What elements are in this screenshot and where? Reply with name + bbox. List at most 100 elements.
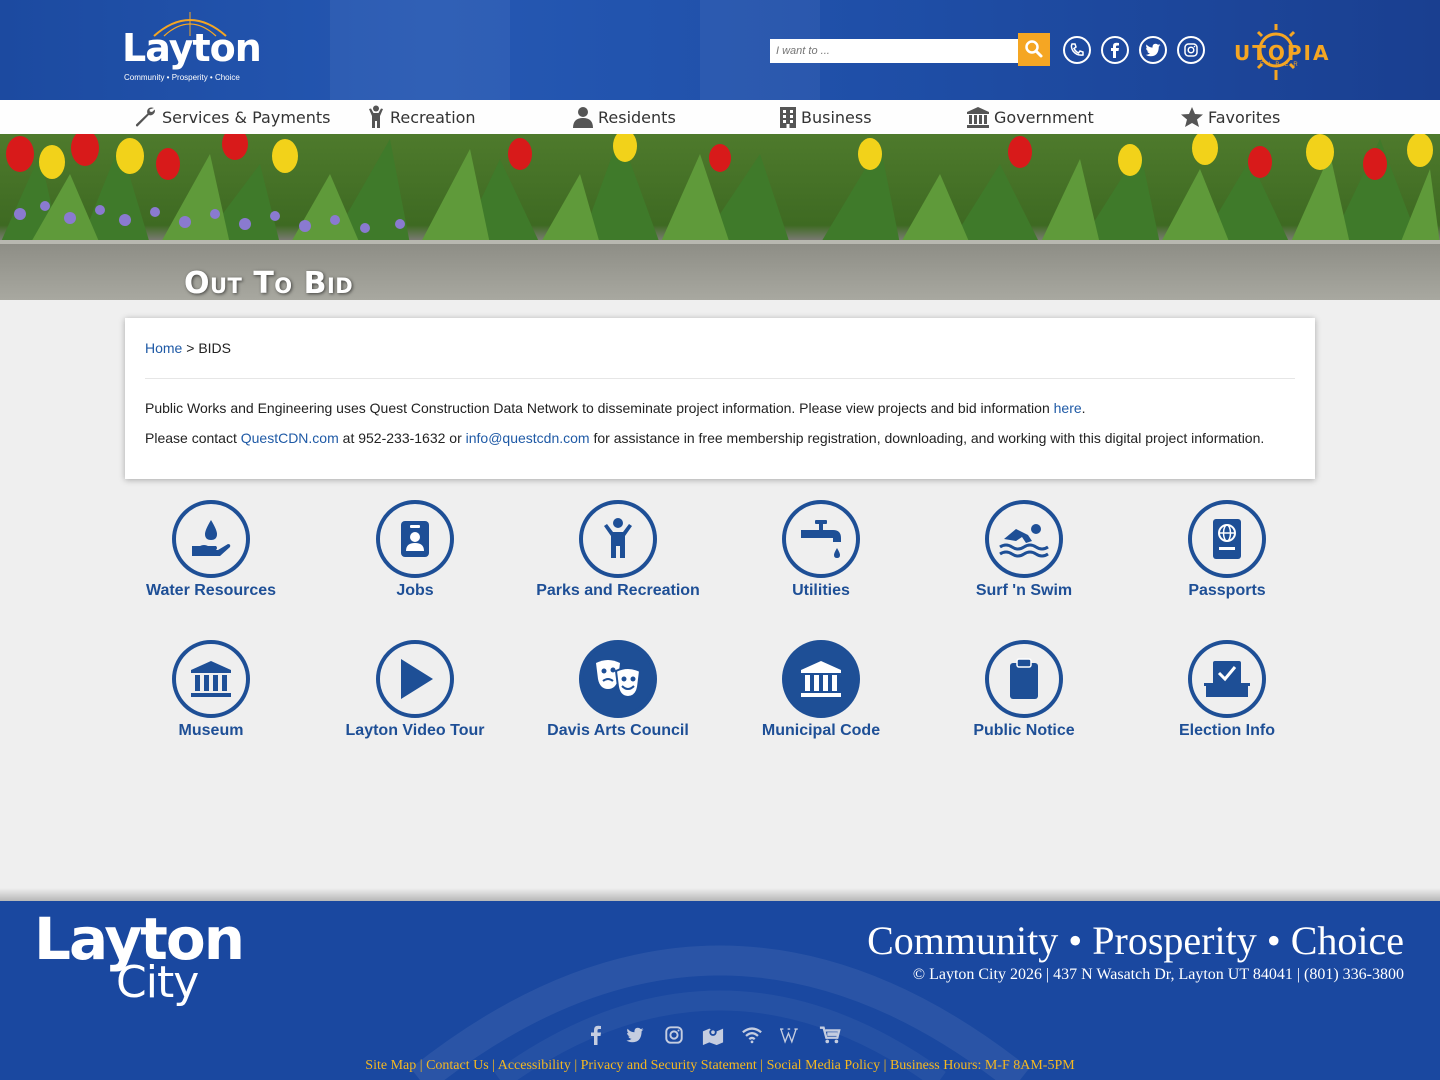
figure-icon [369, 105, 383, 128]
quick-link-circle [579, 500, 657, 578]
logo-subtitle: Community • Prosperity • Choice [124, 73, 240, 82]
footer-tagline: Community • Prosperity • Choice [867, 918, 1404, 963]
paragraph-text: for assistance in free membership regist… [589, 430, 1265, 446]
ballot-box-icon [1204, 661, 1250, 697]
facebook-icon [591, 1025, 601, 1045]
footer-link-privacy[interactable]: Privacy and Security Statement [581, 1058, 757, 1073]
shopping-cart-icon [819, 1026, 841, 1044]
facebook-link[interactable] [1101, 36, 1129, 64]
nav-label: Business [801, 107, 872, 127]
footer-facebook-link[interactable] [585, 1024, 607, 1046]
questcdn-email-link[interactable]: info@questcdn.com [466, 430, 590, 446]
hero-banner: Out To Bid [0, 134, 1440, 300]
footer-wifi-link[interactable] [741, 1024, 763, 1046]
utopia-fiber-logo[interactable]: UTOPIA FIBER [1228, 20, 1328, 86]
utopia-subtitle: FIBER [1260, 62, 1303, 68]
footer-link-contact-us[interactable]: Contact Us [426, 1058, 489, 1073]
badge-icon [401, 521, 429, 557]
quick-link-utilities[interactable]: Utilities [721, 500, 921, 600]
footer-map-link[interactable] [702, 1024, 724, 1046]
instagram-link[interactable] [1177, 36, 1205, 64]
star-icon [1181, 107, 1203, 127]
footer-link-social-media-policy[interactable]: Social Media Policy [767, 1058, 881, 1073]
quick-link-label: Layton Video Tour [345, 722, 485, 739]
footer-link-accessibility[interactable]: Accessibility [498, 1058, 571, 1073]
paragraph-text: Please contact [145, 430, 241, 446]
phone-link[interactable] [1063, 36, 1091, 64]
search-input[interactable] [770, 39, 1018, 63]
landmark-icon [801, 661, 841, 697]
quick-link-label: Public Notice [973, 722, 1075, 739]
quick-link-label: Water Resources [145, 582, 277, 599]
twitter-icon [626, 1027, 644, 1043]
footer-link-business-hours[interactable]: Business Hours: M-F 8AM-5PM [890, 1058, 1075, 1073]
clipboard-icon [1010, 658, 1038, 699]
passport-icon [1213, 519, 1241, 559]
questcdn-link[interactable]: QuestCDN.com [241, 430, 339, 446]
nav-favorites[interactable]: Favorites [1180, 100, 1280, 134]
nav-residents[interactable]: Residents [572, 100, 676, 134]
quick-link-water-resources[interactable]: Water Resources [111, 500, 311, 600]
water-hand-icon [192, 520, 231, 556]
quick-link-davis-arts-council[interactable]: Davis Arts Council [518, 640, 718, 740]
footer-link-separator: | [419, 1058, 423, 1073]
main-navigation: Services & Payments Recreation Residents… [0, 100, 1440, 134]
footer-link-separator: | [760, 1058, 764, 1073]
nav-label: Recreation [390, 107, 476, 127]
twitter-icon [1145, 43, 1161, 57]
quick-link-label: Surf 'n Swim [975, 582, 1073, 599]
nav-label: Residents [598, 107, 676, 127]
quick-link-surf-n-swim[interactable]: Surf 'n Swim [924, 500, 1124, 600]
nav-label: Government [994, 107, 1094, 127]
breadcrumb-home-link[interactable]: Home [145, 340, 182, 356]
divider [145, 378, 1295, 379]
footer-cart-link[interactable] [819, 1024, 841, 1046]
quick-link-circle [376, 500, 454, 578]
instagram-icon [1184, 43, 1198, 57]
quick-link-circle [172, 640, 250, 718]
phone-icon [1070, 43, 1084, 56]
quick-link-passports[interactable]: Passports [1127, 500, 1327, 600]
quick-link-municipal-code[interactable]: Municipal Code [721, 640, 921, 740]
nav-government[interactable]: Government [966, 100, 1094, 134]
footer-instagram-link[interactable] [663, 1024, 685, 1046]
quick-link-label: Municipal Code [761, 722, 881, 739]
quick-link-museum[interactable]: Museum [111, 640, 311, 740]
quick-link-parks-recreation[interactable]: Parks and Recreation [518, 500, 718, 600]
nav-business[interactable]: Business [779, 100, 872, 134]
breadcrumb-separator: > [182, 340, 199, 356]
wikipedia-icon [780, 1028, 798, 1044]
map-icon [702, 1028, 724, 1045]
nav-label: Favorites [1208, 107, 1281, 127]
nav-services-payments[interactable]: Services & Payments [134, 100, 331, 134]
layton-logo[interactable]: Layton Community • Prosperity • Choice [122, 10, 262, 88]
quick-link-circle [782, 500, 860, 578]
quick-link-circle [1188, 500, 1266, 578]
twitter-link[interactable] [1139, 36, 1167, 64]
quick-link-label: Davis Arts Council [547, 722, 689, 739]
paragraph-text: . [1081, 400, 1086, 416]
quick-link-circle [376, 640, 454, 718]
quick-link-public-notice[interactable]: Public Notice [924, 640, 1124, 740]
quick-link-label: Museum [178, 722, 244, 739]
quick-link-circle [1188, 640, 1266, 718]
nav-recreation[interactable]: Recreation [366, 100, 476, 134]
quick-link-circle [172, 500, 250, 578]
paragraph-text: Public Works and Engineering uses Quest … [145, 400, 1054, 416]
quick-link-layton-video-tour[interactable]: Layton Video Tour [315, 640, 515, 740]
search-button[interactable] [1018, 33, 1050, 66]
quick-link-circle [985, 640, 1063, 718]
quick-link-election-info[interactable]: Election Info [1127, 640, 1327, 740]
footer-links: Site Map | Contact Us | Accessibility | … [0, 1058, 1440, 1074]
faucet-icon [801, 520, 841, 558]
quick-link-label: Utilities [792, 582, 850, 599]
footer-link-site-map[interactable]: Site Map [365, 1058, 416, 1073]
quick-link-label: Jobs [396, 582, 434, 599]
nav-label: Services & Payments [162, 107, 331, 127]
person-icon [573, 107, 593, 128]
bid-info-link[interactable]: here [1054, 400, 1082, 416]
footer-wikipedia-link[interactable] [780, 1024, 802, 1046]
quick-link-jobs[interactable]: Jobs [315, 500, 515, 600]
footer-link-separator: | [492, 1058, 495, 1073]
footer-twitter-link[interactable] [624, 1024, 646, 1046]
